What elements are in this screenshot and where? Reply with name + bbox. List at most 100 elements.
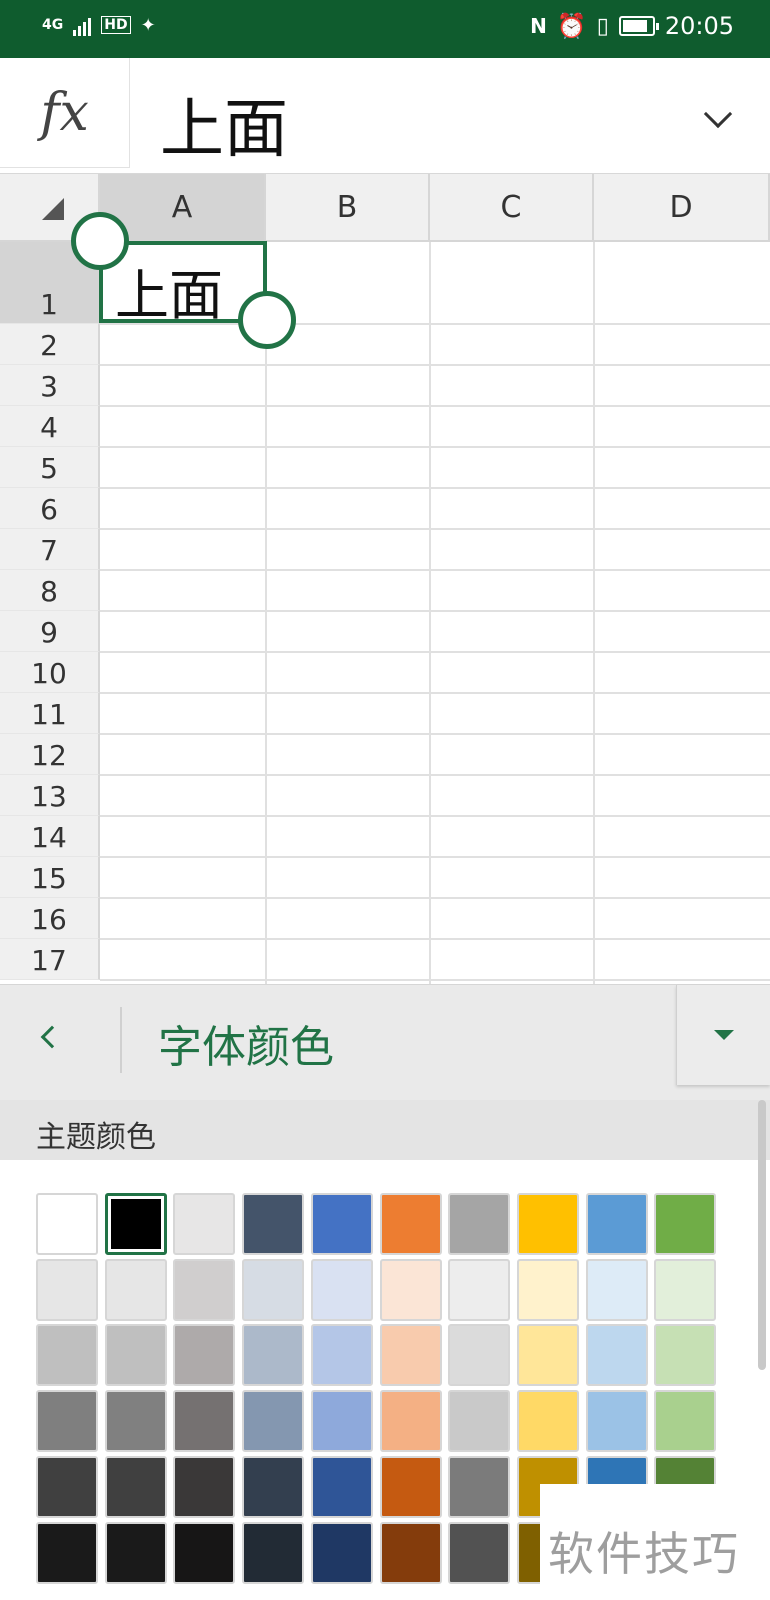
- row-header[interactable]: 5: [0, 447, 100, 488]
- selection-handle-end[interactable]: [238, 291, 296, 349]
- color-swatch[interactable]: [310, 1258, 373, 1321]
- nfc-icon: N: [530, 14, 547, 38]
- color-swatch[interactable]: [310, 1324, 373, 1387]
- color-swatch[interactable]: [36, 1390, 98, 1453]
- color-swatch[interactable]: [104, 1390, 167, 1453]
- row-header[interactable]: 15: [0, 857, 100, 898]
- color-swatch[interactable]: [310, 1390, 373, 1453]
- color-swatch[interactable]: [379, 1390, 442, 1453]
- row-header[interactable]: 4: [0, 406, 100, 447]
- color-swatch[interactable]: [173, 1521, 236, 1584]
- row-gridline: [100, 569, 770, 571]
- color-swatch[interactable]: [516, 1193, 579, 1255]
- color-swatch[interactable]: [654, 1258, 717, 1321]
- color-swatch[interactable]: [448, 1324, 511, 1387]
- spreadsheet-grid[interactable]: A B C D 1 2 3 4 5 6 7 8 9 10 11 12 13 14 15 16 17 上面: [0, 174, 770, 984]
- color-swatch[interactable]: [173, 1258, 236, 1321]
- row-header[interactable]: 3: [0, 365, 100, 406]
- column-gridline: [429, 242, 431, 984]
- formula-input[interactable]: 上面: [160, 78, 288, 170]
- selection-handle-start[interactable]: [71, 212, 129, 270]
- function-button[interactable]: fx: [0, 58, 130, 168]
- row-header[interactable]: 13: [0, 775, 100, 816]
- color-swatch[interactable]: [585, 1390, 648, 1453]
- color-swatch[interactable]: [516, 1324, 579, 1387]
- color-swatch[interactable]: [585, 1324, 648, 1387]
- column-gridline: [265, 242, 267, 984]
- color-swatch[interactable]: [104, 1258, 167, 1321]
- color-swatch[interactable]: [516, 1390, 579, 1453]
- color-swatch[interactable]: [36, 1521, 98, 1584]
- color-swatch[interactable]: [379, 1193, 442, 1255]
- row-header[interactable]: 12: [0, 734, 100, 775]
- status-time: 20:05: [664, 12, 734, 40]
- color-swatch[interactable]: [516, 1258, 579, 1321]
- row-header[interactable]: 9: [0, 611, 100, 652]
- panel-scrollbar[interactable]: [758, 1100, 766, 1370]
- color-swatch[interactable]: [448, 1455, 511, 1518]
- color-swatch[interactable]: [654, 1193, 717, 1255]
- collapse-panel-button[interactable]: [676, 985, 770, 1085]
- color-swatch[interactable]: [379, 1324, 442, 1387]
- section-label: 主题颜色: [36, 1120, 156, 1155]
- color-swatch[interactable]: [310, 1193, 373, 1255]
- row-header[interactable]: 11: [0, 693, 100, 734]
- row-header[interactable]: 6: [0, 488, 100, 529]
- color-swatch[interactable]: [242, 1521, 305, 1584]
- column-header-d[interactable]: D: [594, 174, 770, 242]
- caret-down-icon: [714, 1030, 734, 1040]
- color-swatch[interactable]: [242, 1324, 305, 1387]
- cell-value: 上面: [115, 264, 223, 327]
- color-swatch[interactable]: [448, 1193, 511, 1255]
- color-swatch[interactable]: [448, 1258, 511, 1321]
- color-swatch[interactable]: [242, 1455, 305, 1518]
- color-swatch[interactable]: [379, 1455, 442, 1518]
- row-header[interactable]: 17: [0, 939, 100, 980]
- row-header[interactable]: 14: [0, 816, 100, 857]
- formula-bar: fx 上面: [0, 58, 770, 174]
- theme-colors-section: 主题颜色: [0, 1100, 770, 1160]
- row-gridline: [100, 733, 770, 735]
- back-icon[interactable]: [40, 1025, 64, 1049]
- row-header[interactable]: 8: [0, 570, 100, 611]
- color-swatch[interactable]: [104, 1455, 167, 1518]
- row-header[interactable]: 10: [0, 652, 100, 693]
- color-swatch[interactable]: [242, 1258, 305, 1321]
- color-swatch[interactable]: [173, 1324, 236, 1387]
- color-swatch[interactable]: [104, 1521, 167, 1584]
- color-swatch[interactable]: [448, 1521, 511, 1584]
- color-swatch[interactable]: [173, 1193, 236, 1255]
- color-swatch[interactable]: [36, 1193, 98, 1255]
- color-swatch[interactable]: [242, 1193, 305, 1255]
- color-swatch[interactable]: [242, 1390, 305, 1453]
- color-swatch[interactable]: [36, 1324, 98, 1387]
- alarm-icon: ⏰: [556, 12, 587, 40]
- color-swatch[interactable]: [448, 1390, 511, 1453]
- color-swatch[interactable]: [379, 1521, 442, 1584]
- color-swatch[interactable]: [104, 1193, 167, 1255]
- row-header[interactable]: 2: [0, 324, 100, 365]
- color-swatch[interactable]: [310, 1521, 373, 1584]
- color-swatch[interactable]: [36, 1455, 98, 1518]
- color-swatch[interactable]: [585, 1193, 648, 1255]
- color-swatch[interactable]: [654, 1324, 717, 1387]
- row-gridline: [100, 528, 770, 530]
- chevron-down-icon[interactable]: [703, 99, 733, 129]
- column-header-c[interactable]: C: [430, 174, 594, 242]
- row-gridline: [100, 938, 770, 940]
- column-gridline: [593, 242, 595, 984]
- color-swatch[interactable]: [173, 1390, 236, 1453]
- color-swatch[interactable]: [310, 1455, 373, 1518]
- color-swatch[interactable]: [585, 1258, 648, 1321]
- color-swatch[interactable]: [379, 1258, 442, 1321]
- row-gridline: [100, 692, 770, 694]
- color-swatch[interactable]: [654, 1390, 717, 1453]
- color-swatch[interactable]: [104, 1324, 167, 1387]
- color-swatch[interactable]: [36, 1258, 98, 1321]
- battery-icon: [618, 16, 659, 36]
- row-gridline: [100, 979, 770, 981]
- column-header-b[interactable]: B: [266, 174, 430, 242]
- color-swatch[interactable]: [173, 1455, 236, 1518]
- row-header[interactable]: 16: [0, 898, 100, 939]
- row-header[interactable]: 7: [0, 529, 100, 570]
